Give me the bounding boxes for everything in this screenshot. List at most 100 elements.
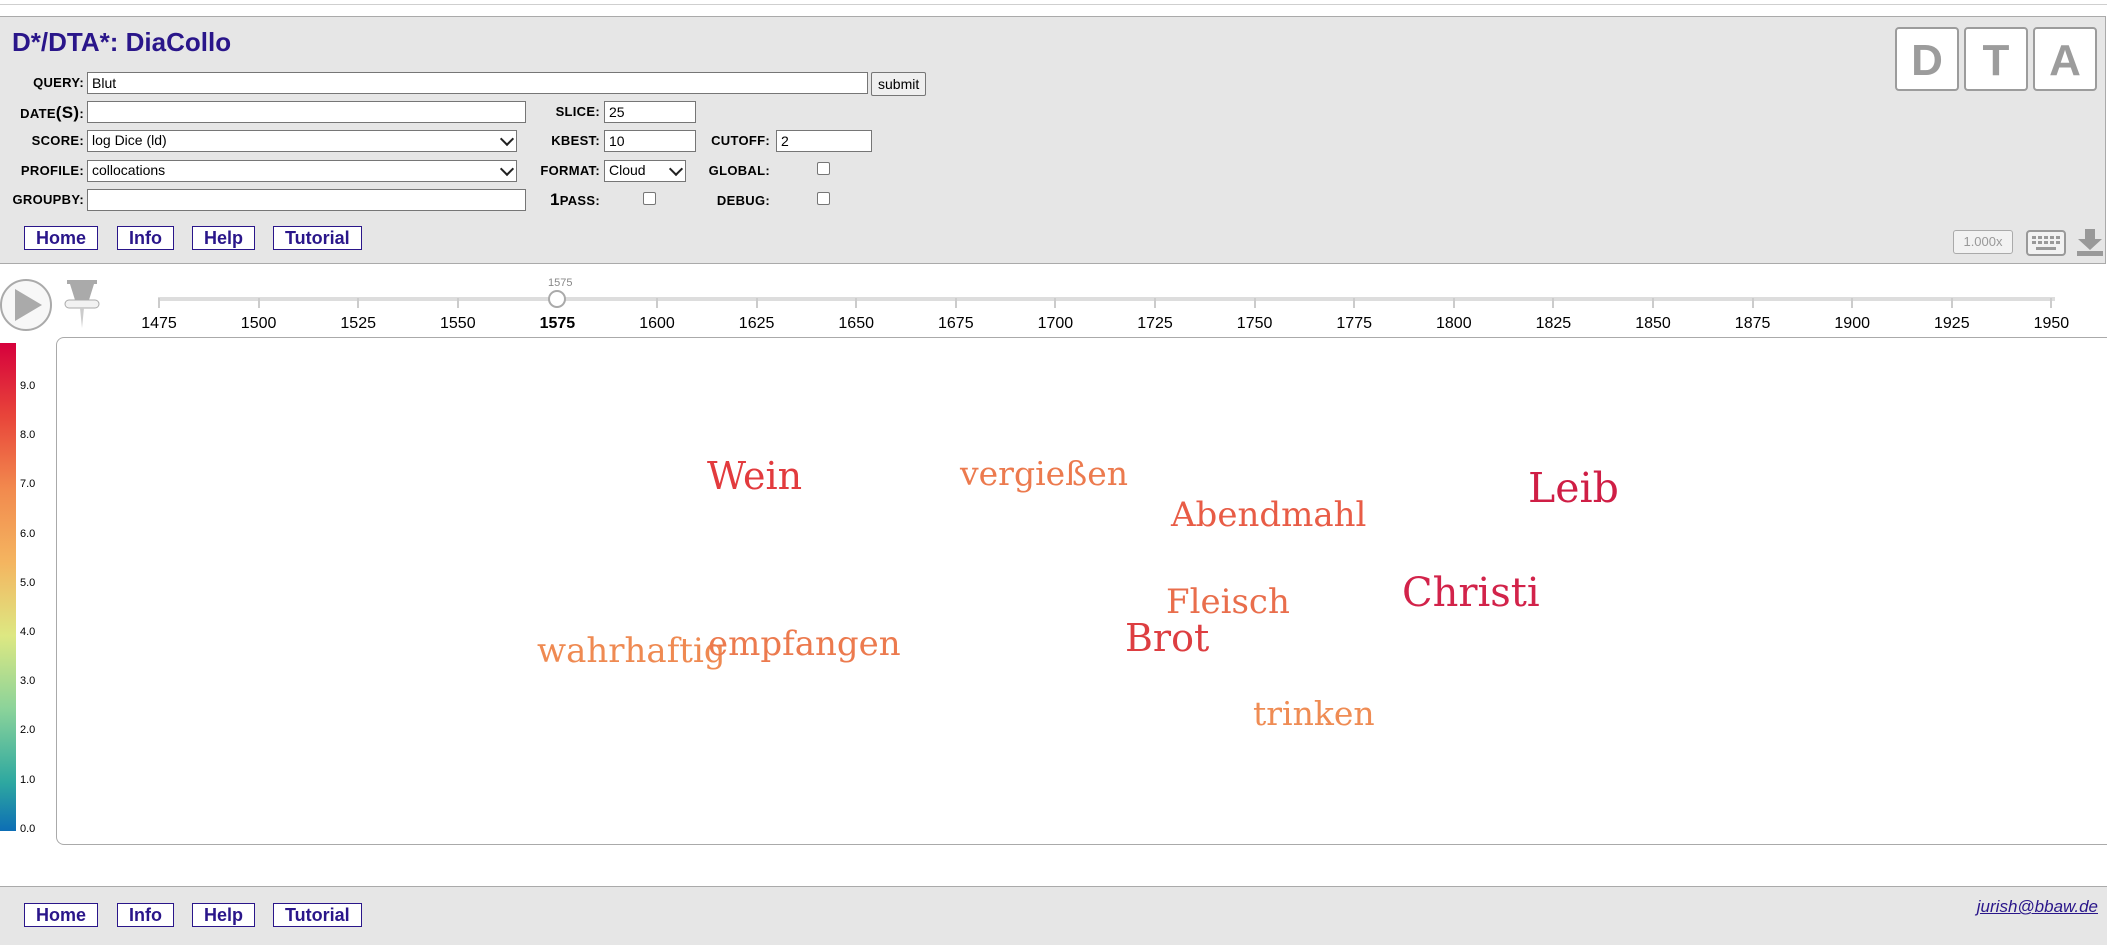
cloud-word-vergiessen[interactable]: vergießen — [960, 454, 1128, 493]
score-select[interactable]: log Dice (ld) — [87, 130, 517, 152]
format-label: FORMAT: — [540, 163, 600, 178]
chevron-down-icon — [499, 131, 515, 147]
slider-tick-label: 1650 — [838, 315, 874, 332]
query-form-panel: D*/DTA*: DiaCollo QUERY: submit DATE(S):… — [0, 16, 2106, 264]
slider-tick-label: 1500 — [240, 315, 277, 332]
slider-tick — [357, 298, 360, 308]
dates-label: DATE(S): — [20, 103, 84, 122]
slider-tick-label: 1675 — [938, 315, 974, 332]
cloud-word-wein[interactable]: Wein — [707, 454, 802, 498]
colorbar-label: 4.0 — [20, 626, 36, 638]
slider-tick-label: 1575 — [539, 315, 576, 332]
logo-letter-d: D — [1895, 27, 1959, 91]
footer-help-button[interactable]: Help — [192, 903, 256, 927]
debug-checkbox[interactable] — [817, 192, 830, 205]
slider-tick — [1751, 298, 1754, 308]
footer-info-button[interactable]: Info — [117, 903, 174, 927]
nav-tutorial-button[interactable]: Tutorial — [273, 226, 362, 250]
slice-label: SLICE: — [555, 104, 600, 119]
pin-icon[interactable] — [62, 278, 102, 334]
colorbar-label: 5.0 — [20, 576, 36, 589]
slice-input[interactable] — [604, 101, 696, 123]
cloud-word-christi[interactable]: Christi — [1402, 570, 1540, 616]
cloud-word-abendmahl[interactable]: Abendmahl — [1171, 495, 1366, 535]
nav-home-button[interactable]: Home — [24, 226, 99, 250]
slider-tick — [257, 298, 260, 308]
slider-tick-label: 1725 — [1137, 315, 1173, 332]
slider-tick-label: 1750 — [1236, 315, 1273, 332]
cloud-word-leib[interactable]: Leib — [1528, 464, 1619, 512]
cloud-word-trinken[interactable]: trinken — [1253, 694, 1375, 733]
slider-tick — [1950, 298, 1953, 308]
query-input[interactable] — [87, 72, 868, 94]
chevron-down-icon — [499, 161, 515, 177]
word-cloud-panel: Wein vergießen Abendmahl Leib Fleisch Ch… — [56, 337, 2107, 845]
global-checkbox[interactable] — [817, 162, 830, 175]
slider-tick — [755, 298, 758, 308]
query-label: QUERY: — [33, 75, 84, 90]
submit-button[interactable]: submit — [871, 72, 927, 96]
colorbar-label: 8.0 — [20, 429, 36, 442]
kbest-input[interactable] — [604, 130, 696, 152]
slider-tick — [158, 298, 160, 308]
cutoff-label: CUTOFF: — [711, 133, 770, 148]
dta-logo: D T A — [1891, 23, 2103, 96]
profile-label: PROFILE: — [20, 163, 84, 178]
score-colorbar — [0, 343, 16, 831]
contact-email-link[interactable]: jurish@bbaw.de — [1977, 897, 2098, 917]
colorbar-label: 0.0 — [20, 822, 36, 835]
slider-tick-label: 1775 — [1336, 315, 1372, 332]
slider-tick-label: 1925 — [1934, 315, 1970, 332]
colorbar-label: 2.0 — [20, 724, 36, 737]
slider-value-label: 1575 — [548, 277, 573, 289]
kbest-label: KBEST: — [551, 133, 600, 148]
play-icon[interactable] — [0, 277, 54, 333]
slider-tick-label: 1850 — [1635, 315, 1671, 332]
groupby-input[interactable] — [87, 189, 526, 211]
colorbar-label: 9.0 — [20, 380, 36, 392]
slider-tick-label: 1700 — [1037, 315, 1074, 332]
slider-tick — [1552, 298, 1555, 308]
slider-track[interactable] — [158, 297, 2055, 301]
slider-tick — [2050, 298, 2053, 308]
profile-select[interactable]: collocations — [87, 160, 517, 182]
zoom-level-button[interactable]: 1.000x — [1953, 230, 2013, 254]
logo-letter-a: A — [2033, 27, 2097, 91]
download-icon[interactable] — [2076, 227, 2104, 257]
colorbar-label: 7.0 — [20, 478, 36, 491]
footer-home-button[interactable]: Home — [24, 903, 99, 927]
colorbar-label: 1.0 — [20, 773, 36, 786]
cloud-word-wahrhaftig[interactable]: wahrhaftig — [537, 631, 726, 671]
slider-handle[interactable] — [548, 290, 566, 308]
slider-tick-label: 1900 — [1834, 315, 1870, 332]
cloud-word-brot[interactable]: Brot — [1125, 616, 1209, 660]
nav-info-button[interactable]: Info — [117, 226, 174, 250]
colorbar-label: 6.0 — [20, 527, 36, 540]
chevron-down-icon — [668, 161, 684, 177]
slider-tick — [1353, 298, 1356, 308]
top-divider — [0, 4, 2107, 5]
slider-tick-label: 1875 — [1734, 315, 1771, 332]
global-label: GLOBAL: — [708, 163, 770, 178]
slider-tick — [1253, 298, 1256, 308]
slider-tick — [855, 298, 858, 308]
slider-tick-label: 1950 — [2033, 315, 2070, 332]
slider-tick — [1452, 298, 1455, 308]
groupby-label: GROUPBY: — [12, 192, 84, 207]
cloud-word-empfangen[interactable]: empfangen — [708, 624, 901, 664]
date-slider[interactable]: 1475 1500 1525 1550 1575 1600 1625 1650 1675 1700… — [0, 270, 2107, 333]
slider-tick-label: 1475 — [141, 315, 177, 332]
slider-tick-label: 1600 — [639, 315, 675, 332]
nav-help-button[interactable]: Help — [192, 226, 256, 250]
slider-tick — [1851, 298, 1854, 308]
slider-tick — [1154, 298, 1156, 308]
keyboard-icon[interactable] — [2026, 230, 2066, 256]
format-select[interactable]: Cloud — [604, 160, 686, 182]
score-label: SCORE: — [31, 133, 84, 148]
dates-input[interactable] — [87, 101, 526, 123]
onepass-checkbox[interactable] — [643, 192, 656, 205]
footer-tutorial-button[interactable]: Tutorial — [273, 903, 362, 927]
cutoff-input[interactable] — [776, 130, 872, 152]
logo-letter-t: T — [1964, 27, 2028, 91]
footer: Home Info Help Tutorial jurish@bbaw.de — [0, 886, 2107, 945]
